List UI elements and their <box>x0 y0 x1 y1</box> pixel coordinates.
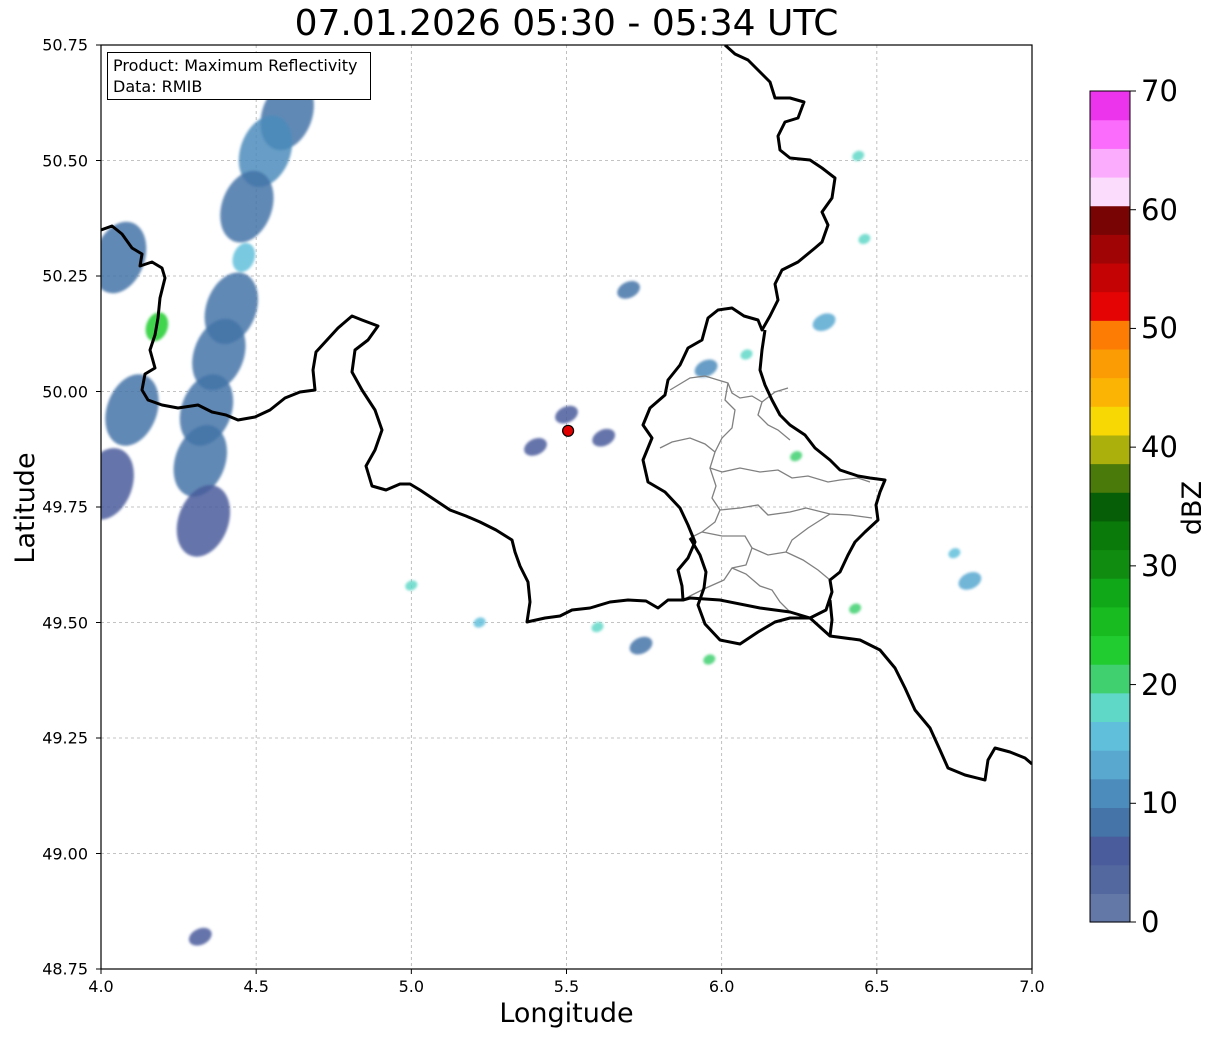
colorbar-tick-label: 20 <box>1141 667 1178 702</box>
x-tick-label: 5.5 <box>553 977 580 996</box>
colorbar-segment <box>1090 778 1130 808</box>
colorbar <box>1089 90 1136 923</box>
colorbar-segment <box>1090 205 1130 235</box>
y-tick-label: 49.75 <box>42 497 88 517</box>
y-tick-label: 50.50 <box>42 151 88 170</box>
x-tick-label: 6.5 <box>864 977 890 996</box>
colorbar-segment <box>1090 664 1130 694</box>
y-tick-label: 48.75 <box>42 959 88 979</box>
x-tick-label: 7.0 <box>1019 977 1045 996</box>
colorbar-label: dBZ <box>1177 480 1208 536</box>
colorbar-tick-label: 40 <box>1141 430 1178 465</box>
colorbar-segment <box>1090 692 1130 723</box>
colorbar-tick-label: 70 <box>1141 74 1178 108</box>
colorbar-segment <box>1090 377 1130 407</box>
colorbar-segment <box>1090 606 1130 637</box>
colorbar-segment <box>1090 262 1130 293</box>
product-info-box: Product: Maximum Reflectivity Data: RMIB <box>107 52 371 100</box>
colorbar-segment <box>1090 406 1130 436</box>
x-tick-label: 6.0 <box>708 977 735 996</box>
colorbar-segment <box>1090 234 1130 264</box>
colorbar-segment <box>1090 492 1130 522</box>
colorbar-segment <box>1090 549 1130 579</box>
colorbar-segment <box>1090 291 1130 321</box>
y-tick-label: 49.50 <box>42 613 88 632</box>
y-tick-label: 49.00 <box>42 844 88 863</box>
radar-site-marker <box>561 424 575 437</box>
y-tick-label: 50.75 <box>42 35 88 55</box>
colorbar-tick-label: 60 <box>1141 192 1178 227</box>
data-source-label: Data: RMIB <box>113 77 203 96</box>
colorbar-segment <box>1090 750 1130 780</box>
colorbar-segment <box>1090 463 1130 493</box>
colorbar-segment <box>1090 320 1130 350</box>
x-axis-label: Longitude <box>499 998 634 1029</box>
colorbar-tick-label: 10 <box>1141 786 1178 821</box>
colorbar-tick-label: 50 <box>1141 311 1178 346</box>
colorbar-segment <box>1090 119 1130 149</box>
product-label: Product: Maximum Reflectivity <box>113 56 358 75</box>
colorbar-segment <box>1090 520 1130 551</box>
colorbar-tick-label: 30 <box>1141 548 1178 583</box>
colorbar-segment <box>1090 836 1130 866</box>
colorbar-segment <box>1090 635 1130 665</box>
x-tick-label: 5.0 <box>398 977 425 996</box>
y-tick-label: 49.25 <box>42 728 88 748</box>
colorbar-segment <box>1090 176 1130 207</box>
colorbar-segment <box>1090 721 1130 751</box>
colorbar-segment <box>1090 578 1130 608</box>
x-tick-label: 4.0 <box>88 977 114 996</box>
colorbar-segment <box>1090 348 1130 379</box>
colorbar-tick-label: 0 <box>1141 905 1160 939</box>
colorbar-segment <box>1090 91 1130 121</box>
colorbar-segment <box>1090 864 1130 894</box>
colorbar-segment <box>1090 148 1130 178</box>
colorbar-segment <box>1090 434 1130 465</box>
y-tick-label: 50.25 <box>42 266 88 286</box>
x-tick-label: 4.5 <box>243 977 269 996</box>
y-tick-label: 50.00 <box>42 382 88 401</box>
colorbar-segment <box>1090 893 1130 923</box>
radar-map <box>96 44 1136 974</box>
colorbar-segment <box>1090 807 1130 837</box>
